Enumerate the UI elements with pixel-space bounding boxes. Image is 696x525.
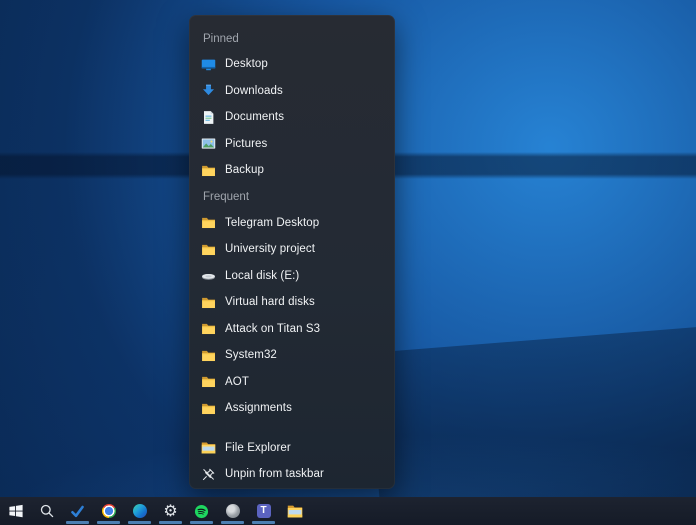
folder-icon <box>201 163 216 178</box>
jumplist-item-backup[interactable]: Backup <box>189 157 395 184</box>
running-indicator <box>66 521 89 524</box>
taskbar-teams-button[interactable]: T <box>248 497 279 525</box>
folder-icon <box>201 348 216 363</box>
jumplist-item-attack-on-titan-s3[interactable]: Attack on Titan S3 <box>189 316 395 343</box>
jumplist-item-assignments[interactable]: Assignments <box>189 395 395 422</box>
jumplist-item-label: System32 <box>225 349 277 361</box>
jumplist-item-documents[interactable]: Documents <box>189 104 395 131</box>
file-explorer-icon <box>287 503 303 519</box>
jumplist-item-local-disk-e[interactable]: Local disk (E:) <box>189 263 395 290</box>
jumplist-item-file-explorer[interactable]: File Explorer <box>189 435 395 462</box>
edge-icon <box>133 504 147 518</box>
jumplist-item-label: Telegram Desktop <box>225 217 319 229</box>
taskbar-settings-button[interactable]: ⚙ <box>155 497 186 525</box>
jumplist-item-telegram-desktop[interactable]: Telegram Desktop <box>189 210 395 237</box>
taskbar: ⚙ T <box>0 497 696 525</box>
teams-icon: T <box>257 504 271 518</box>
jumplist-item-label: Assignments <box>225 402 292 414</box>
running-indicator <box>252 521 275 524</box>
jumplist-item-label: AOT <box>225 376 249 388</box>
file-explorer-icon <box>201 440 216 455</box>
jumplist-item-label: Downloads <box>225 85 283 97</box>
gray-app-icon <box>226 504 240 518</box>
folder-icon <box>201 295 216 310</box>
taskbar-spotify-button[interactable] <box>186 497 217 525</box>
taskbar-file-explorer-button[interactable] <box>279 497 310 525</box>
desktop-screen: Pinned Desktop Downloads Documents Pictu… <box>0 0 696 525</box>
running-indicator <box>128 521 151 524</box>
search-icon <box>39 503 55 519</box>
jumplist-panel: Pinned Desktop Downloads Documents Pictu… <box>189 15 395 489</box>
jumplist-item-label: Pictures <box>225 138 267 150</box>
jumplist-item-label: Unpin from taskbar <box>225 468 324 480</box>
running-indicator <box>221 521 244 524</box>
documents-icon <box>201 110 216 125</box>
jumplist-item-university-project[interactable]: University project <box>189 236 395 263</box>
jumplist-item-aot[interactable]: AOT <box>189 369 395 396</box>
folder-icon <box>201 321 216 336</box>
settings-gear-icon: ⚙ <box>163 503 177 519</box>
jumplist-section-frequent: Frequent <box>189 184 395 210</box>
folder-icon <box>201 215 216 230</box>
jumplist-item-label: Local disk (E:) <box>225 270 299 282</box>
jumplist-item-virtual-hard-disks[interactable]: Virtual hard disks <box>189 289 395 316</box>
taskbar-chrome-button[interactable] <box>93 497 124 525</box>
jumplist-item-label: Documents <box>225 111 284 123</box>
chrome-icon <box>102 504 116 518</box>
unpin-icon <box>201 467 216 482</box>
jumplist-item-desktop[interactable]: Desktop <box>189 51 395 78</box>
taskbar-checkmark-app-button[interactable] <box>62 497 93 525</box>
jumplist-item-label: Virtual hard disks <box>225 296 315 308</box>
taskbar-start-button[interactable] <box>0 497 31 525</box>
jumplist-item-label: File Explorer <box>225 442 291 454</box>
running-indicator <box>97 521 120 524</box>
start-icon <box>8 503 24 519</box>
running-indicator <box>190 521 213 524</box>
spotify-icon <box>194 504 209 519</box>
desktop-icon <box>201 57 216 72</box>
folder-icon <box>201 401 216 416</box>
taskbar-search-button[interactable] <box>31 497 62 525</box>
jumplist-tasks-separator <box>189 422 395 435</box>
taskbar-edge-button[interactable] <box>124 497 155 525</box>
running-indicator <box>159 521 182 524</box>
taskbar-gray-app-button[interactable] <box>217 497 248 525</box>
pictures-icon <box>201 136 216 151</box>
jumplist-item-unpin-from-taskbar[interactable]: Unpin from taskbar <box>189 461 395 488</box>
folder-icon <box>201 242 216 257</box>
jumplist-item-label: Attack on Titan S3 <box>225 323 320 335</box>
folder-icon <box>201 374 216 389</box>
downloads-icon <box>201 83 216 98</box>
jumplist-item-label: Backup <box>225 164 264 176</box>
drive-icon <box>201 268 216 283</box>
jumplist-item-pictures[interactable]: Pictures <box>189 131 395 158</box>
jumplist-item-label: University project <box>225 243 315 255</box>
checkmark-app-icon <box>70 504 85 519</box>
jumplist-item-system32[interactable]: System32 <box>189 342 395 369</box>
jumplist-item-downloads[interactable]: Downloads <box>189 78 395 105</box>
jumplist-item-label: Desktop <box>225 58 268 70</box>
jumplist-section-pinned: Pinned <box>189 27 395 51</box>
